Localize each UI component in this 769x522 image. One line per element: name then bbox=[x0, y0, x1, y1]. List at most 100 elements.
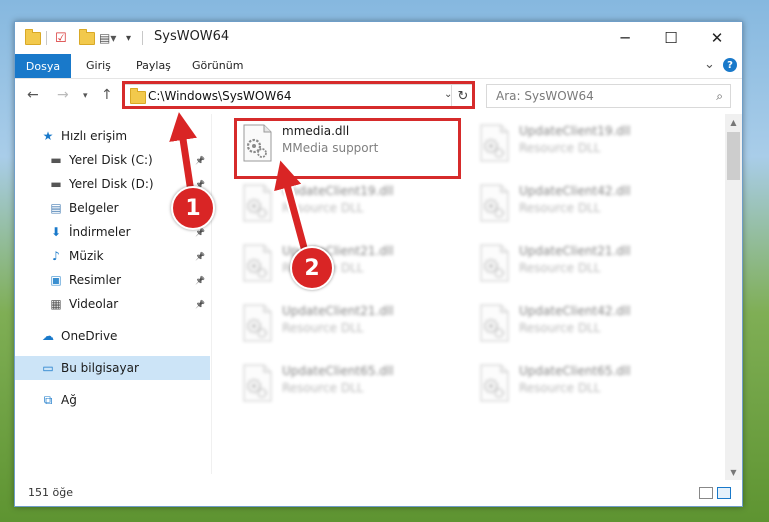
dll-file-icon bbox=[480, 124, 509, 162]
tab-share[interactable]: Paylaş bbox=[136, 59, 171, 72]
close-button[interactable]: ✕ bbox=[694, 22, 740, 54]
scroll-down-icon[interactable]: ▼ bbox=[725, 464, 742, 480]
sidebar-item-label: Ağ bbox=[61, 393, 77, 407]
sidebar-item-label: Belgeler bbox=[69, 201, 119, 215]
star-icon: ★ bbox=[42, 129, 54, 143]
sidebar-item-0[interactable]: ★ Hızlı erişim bbox=[15, 124, 210, 148]
sidebar-item-label: Müzik bbox=[69, 249, 104, 263]
file-description: Resource DLL bbox=[282, 201, 364, 215]
pin-icon[interactable]: 📌 bbox=[195, 156, 205, 165]
large-icons-view-icon[interactable] bbox=[717, 487, 731, 499]
qa-dropdown-icon[interactable]: ▾ bbox=[126, 30, 131, 46]
sidebar-item-10[interactable]: ⧉ Ağ bbox=[15, 388, 210, 412]
sidebar-item-9[interactable]: ▭ Bu bilgisayar bbox=[15, 356, 210, 380]
cloud-icon: ☁ bbox=[42, 329, 54, 343]
file-item[interactable]: UpdateClient65.dll Resource DLL bbox=[234, 356, 462, 410]
scrollbar-thumb[interactable] bbox=[727, 132, 740, 180]
file-name: UpdateClient21.dll bbox=[282, 304, 394, 318]
computer-icon: ▭ bbox=[42, 361, 54, 375]
sidebar-item-8[interactable]: ☁ OneDrive bbox=[15, 324, 210, 348]
dll-file-icon bbox=[480, 364, 509, 402]
sidebar-item-5[interactable]: ♪ Müzik 📌 bbox=[15, 244, 210, 268]
dll-file-icon bbox=[243, 364, 272, 402]
pin-icon[interactable]: 📌 bbox=[195, 252, 205, 261]
collapse-ribbon-icon[interactable]: ⌄ bbox=[704, 57, 715, 72]
file-item[interactable]: UpdateClient21.dll Resource DLL bbox=[471, 236, 699, 290]
file-item[interactable]: UpdateClient65.dll Resource DLL bbox=[471, 356, 699, 410]
file-item[interactable]: UpdateClient19.dll Resource DLL bbox=[234, 176, 462, 230]
file-description: Resource DLL bbox=[519, 261, 601, 275]
item-count: 151 öğe bbox=[28, 486, 73, 499]
file-highlight bbox=[234, 118, 461, 179]
sidebar-item-label: Videolar bbox=[69, 297, 119, 311]
search-icon[interactable]: ⌕ bbox=[716, 89, 723, 104]
file-item[interactable]: UpdateClient42.dll Resource DLL bbox=[471, 176, 699, 230]
file-name: UpdateClient19.dll bbox=[282, 184, 394, 198]
sidebar-item-7[interactable]: ▦ Videolar 📌 bbox=[15, 292, 210, 316]
qa-separator bbox=[46, 30, 47, 46]
file-item[interactable]: UpdateClient21.dllResource DLL bbox=[234, 236, 462, 290]
sidebar-item-label: Resimler bbox=[69, 273, 122, 287]
file-name: UpdateClient65.dll bbox=[282, 364, 394, 378]
sidebar-item-label: OneDrive bbox=[61, 329, 118, 343]
drive-icon: ▬ bbox=[50, 177, 62, 191]
file-item[interactable]: UpdateClient19.dll Resource DLL bbox=[471, 116, 699, 170]
vertical-scrollbar[interactable]: ▲ ▼ bbox=[725, 114, 742, 480]
pictures-icon: ▣ bbox=[50, 273, 62, 287]
search-box[interactable]: Ara: SysWOW64 ⌕ bbox=[486, 84, 731, 108]
folder-icon bbox=[25, 28, 41, 46]
sidebar-item-label: İndirmeler bbox=[69, 225, 131, 239]
file-description: Resource DLL bbox=[282, 381, 364, 395]
tab-file[interactable]: Dosya bbox=[15, 54, 71, 78]
window-title: SysWOW64 bbox=[154, 29, 230, 44]
status-bar: 151 öğe bbox=[15, 481, 742, 505]
file-name: UpdateClient42.dll bbox=[519, 304, 631, 318]
tab-home[interactable]: Giriş bbox=[86, 59, 111, 72]
step-2-badge: 2 bbox=[290, 246, 334, 290]
sidebar-item-label: Hızlı erişim bbox=[61, 129, 128, 143]
dll-file-icon bbox=[243, 184, 272, 222]
file-name: UpdateClient42.dll bbox=[519, 184, 631, 198]
scroll-up-icon[interactable]: ▲ bbox=[725, 114, 742, 130]
file-description: Resource DLL bbox=[282, 321, 364, 335]
back-arrow-icon[interactable]: ← bbox=[27, 87, 39, 103]
videos-icon: ▦ bbox=[50, 297, 62, 311]
new-folder-icon[interactable] bbox=[79, 28, 95, 46]
file-item[interactable]: UpdateClient42.dll Resource DLL bbox=[471, 296, 699, 350]
customize-quick-access-icon[interactable]: ▤▾ bbox=[99, 30, 116, 46]
navigation-pane: ★ Hızlı erişim ▬ Yerel Disk (C:) 📌 ▬ Yerel Dis… bbox=[15, 114, 211, 474]
title-separator bbox=[142, 30, 143, 46]
file-name: UpdateClient65.dll bbox=[519, 364, 631, 378]
search-input[interactable]: Ara: SysWOW64 bbox=[496, 89, 594, 103]
file-name: UpdateClient19.dll bbox=[519, 124, 631, 138]
download-icon: ⬇ bbox=[50, 225, 62, 239]
file-item[interactable]: UpdateClient21.dll Resource DLL bbox=[234, 296, 462, 350]
dll-file-icon bbox=[243, 304, 272, 342]
details-view-icon[interactable] bbox=[699, 487, 713, 499]
recent-locations-icon[interactable]: ▾ bbox=[83, 91, 88, 101]
minimize-button[interactable]: ─ bbox=[602, 22, 648, 54]
pin-icon[interactable]: 📌 bbox=[195, 300, 205, 309]
ribbon-tabs: Dosya Giriş Paylaş Görünüm ⌄ ? bbox=[15, 54, 742, 79]
file-description: Resource DLL bbox=[519, 201, 601, 215]
dll-file-icon bbox=[480, 184, 509, 222]
sidebar-item-label: Bu bilgisayar bbox=[61, 361, 139, 375]
pin-icon[interactable]: 📌 bbox=[195, 276, 205, 285]
sidebar-item-6[interactable]: ▣ Resimler 📌 bbox=[15, 268, 210, 292]
file-description: Resource DLL bbox=[519, 321, 601, 335]
properties-icon[interactable]: ☑ bbox=[55, 30, 67, 46]
file-description: Resource DLL bbox=[519, 381, 601, 395]
file-name: UpdateClient21.dll bbox=[519, 244, 631, 258]
documents-icon: ▤ bbox=[50, 201, 62, 215]
forward-arrow-icon[interactable]: → bbox=[57, 87, 69, 103]
sidebar-item-label: Yerel Disk (C:) bbox=[69, 153, 153, 167]
dll-file-icon bbox=[480, 304, 509, 342]
up-arrow-icon[interactable]: ↑ bbox=[101, 87, 113, 103]
tab-view[interactable]: Görünüm bbox=[192, 59, 243, 72]
sidebar-item-1[interactable]: ▬ Yerel Disk (C:) 📌 bbox=[15, 148, 210, 172]
title-bar: ☑ ▤▾ ▾ SysWOW64 ─ ☐ ✕ bbox=[15, 22, 742, 54]
help-icon[interactable]: ? bbox=[723, 58, 737, 72]
maximize-button[interactable]: ☐ bbox=[648, 22, 694, 54]
address-highlight bbox=[122, 81, 475, 109]
dll-file-icon bbox=[243, 244, 272, 282]
